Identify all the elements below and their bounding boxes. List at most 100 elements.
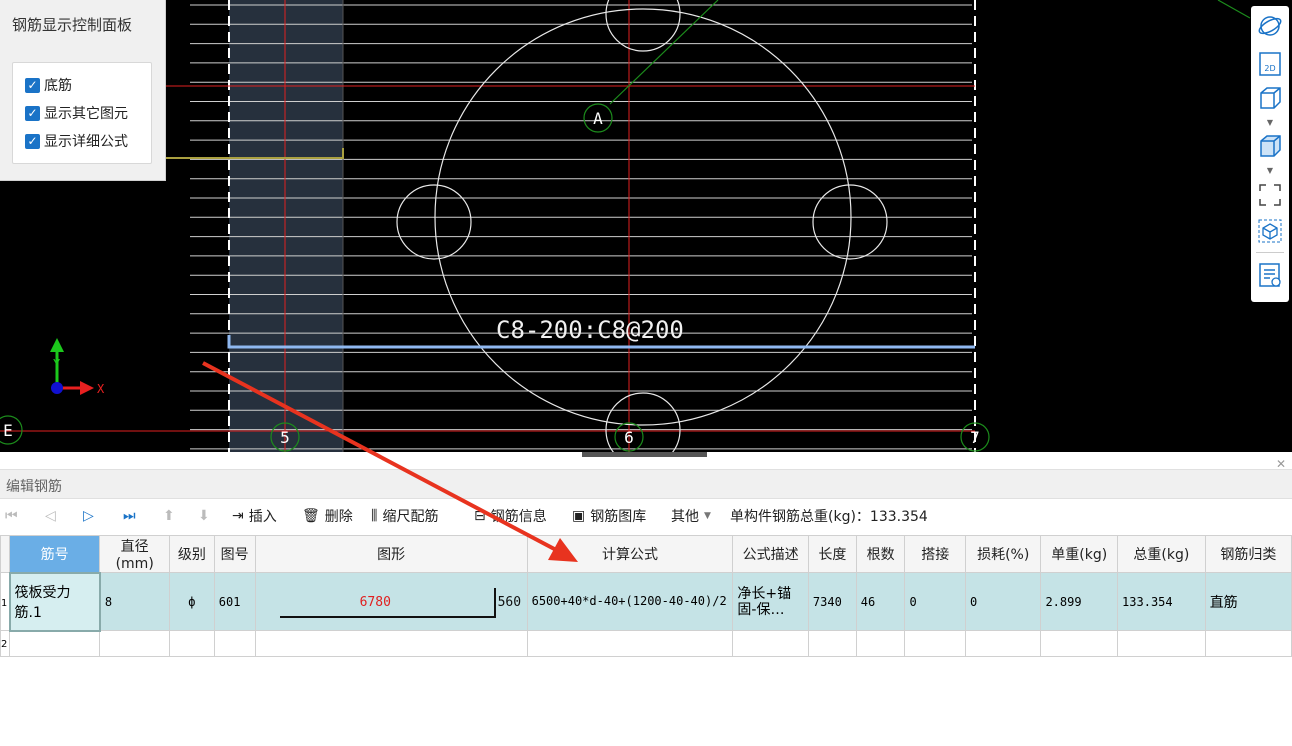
3d-view-button[interactable]: [1257, 85, 1283, 111]
check-icon[interactable]: ✓: [25, 77, 40, 93]
cell-shape[interactable]: 6780 560: [254, 572, 528, 631]
table-row[interactable]: 1 筏板受力筋.1 8 ф 601 6780 560 6500+40*d-40+…: [0, 571, 1292, 632]
checkbox-show-other-elements[interactable]: ✓ 显示其它图元: [25, 103, 128, 123]
2d-view-button[interactable]: 2D: [1257, 51, 1283, 77]
column-header[interactable]: 钢筋归类: [1204, 535, 1292, 573]
move-down-button[interactable]: ⬇: [198, 505, 210, 527]
cell-formula-desc[interactable]: 净长+锚固-保…: [732, 572, 809, 631]
empty-cell[interactable]: [99, 630, 171, 657]
column-header[interactable]: 总重(kg): [1117, 535, 1206, 573]
empty-cell[interactable]: [855, 630, 906, 657]
column-header[interactable]: 图号: [213, 535, 256, 573]
empty-cell[interactable]: [8, 630, 101, 657]
column-header[interactable]: 筋号: [8, 535, 101, 573]
empty-cell[interactable]: [1117, 630, 1206, 657]
check-icon[interactable]: ✓: [25, 105, 40, 121]
axis-marker-6: 6: [614, 422, 644, 452]
scale-config-label: 缩尺配筋: [382, 509, 439, 525]
fullscreen-button[interactable]: [1257, 182, 1283, 208]
cell-category[interactable]: 直筋: [1204, 572, 1292, 631]
other-label: 其他: [671, 509, 699, 525]
last-record-button[interactable]: ⏭: [123, 505, 136, 527]
column-header[interactable]: 根数: [855, 535, 906, 573]
insert-button[interactable]: ⇥ 插入: [232, 505, 277, 527]
coord-y-label: Y: [53, 357, 61, 371]
library-icon: ▣: [572, 508, 586, 524]
editor-toolbar: ⏮ ◁ ▷ ⏭ ⬆ ⬇ ⇥ 插入 🗑 删除 ⫼ 缩尺配筋 ⊟ 钢筋信息 ▣ 钢筋图库 其他…: [0, 499, 1292, 533]
chevron-down-icon[interactable]: ▼: [1265, 167, 1275, 175]
column-header[interactable]: 长度: [807, 535, 857, 573]
delete-label: 删除: [324, 509, 353, 525]
empty-cell[interactable]: [526, 630, 734, 657]
trash-icon: 🗑: [302, 508, 320, 524]
cell-unit-weight[interactable]: 2.899: [1040, 572, 1119, 631]
view-cube-button[interactable]: [1257, 218, 1283, 244]
previous-record-button[interactable]: ◁: [45, 505, 56, 527]
rebar-info-button[interactable]: ⊟ 钢筋信息: [474, 505, 547, 527]
row-header-corner: [0, 535, 10, 573]
table-row[interactable]: 2: [0, 630, 1292, 657]
small-circle-bottom: [605, 392, 681, 452]
column-header[interactable]: 公式描述: [732, 535, 809, 573]
column-header[interactable]: 单重(kg): [1040, 535, 1119, 573]
coordinate-indicator: Y X: [50, 338, 105, 396]
checkbox-show-detailed-formula[interactable]: ✓ 显示详细公式: [25, 131, 128, 151]
axis-label-a: A: [593, 109, 603, 128]
cell-grade[interactable]: ф: [169, 572, 215, 631]
cell-total-weight[interactable]: 133.354: [1117, 572, 1206, 631]
cell-count[interactable]: 46: [855, 572, 906, 631]
cell-diameter[interactable]: 8: [99, 572, 171, 631]
cell-formula[interactable]: 6500+40*d-40+(1200-40-40)/2: [526, 572, 734, 631]
fullscreen-icon: [1259, 184, 1281, 206]
empty-cell[interactable]: [732, 630, 809, 657]
chevron-down-icon[interactable]: ▼: [1265, 119, 1275, 127]
view-toolbar: 2D ▼ ▼: [1251, 6, 1289, 302]
checkbox-label: 底筋: [44, 78, 72, 94]
axis-marker-a: A: [583, 103, 613, 133]
axis-label-6: 6: [624, 428, 634, 447]
3d-box-filled-icon: [1260, 135, 1281, 157]
display-settings-button[interactable]: [1257, 262, 1283, 288]
row-number: 2: [0, 630, 10, 657]
cad-viewport[interactable]: A E 5 6 7 C8-200:C8@200 Y X 钢筋显示控制面板 ✓ 底…: [0, 0, 1292, 452]
axis-label-7: 7: [970, 428, 980, 447]
triangle-left-icon: ◁: [45, 508, 56, 524]
empty-cell[interactable]: [169, 630, 215, 657]
skip-first-icon: ⏮: [5, 508, 18, 524]
rebar-library-button[interactable]: ▣ 钢筋图库: [572, 505, 646, 527]
check-icon[interactable]: ✓: [25, 133, 40, 149]
column-header[interactable]: 直径(mm): [99, 535, 171, 573]
empty-cell[interactable]: [1040, 630, 1119, 657]
cell-loss[interactable]: 0: [964, 572, 1042, 631]
edit-rebar-panel: ✕ 编辑钢筋 ⏮ ◁ ▷ ⏭ ⬆ ⬇ ⇥ 插入 🗑 删除 ⫼ 缩尺配筋 ⊟ 钢筋信息 ▣…: [0, 457, 1292, 746]
next-record-button[interactable]: ▷: [83, 505, 94, 527]
cell-figure-no[interactable]: 601: [213, 572, 256, 631]
empty-cell[interactable]: [964, 630, 1042, 657]
empty-cell[interactable]: [254, 630, 528, 657]
column-header[interactable]: 搭接: [904, 535, 966, 573]
other-dropdown[interactable]: 其他 ▼: [671, 505, 711, 527]
rebar-shape: 6780 560: [256, 574, 526, 630]
empty-cell[interactable]: [1204, 630, 1292, 657]
orbit-button[interactable]: [1257, 13, 1283, 39]
leader-line: [609, 0, 719, 105]
first-record-button[interactable]: ⏮: [5, 505, 18, 527]
3d-solid-view-button[interactable]: [1257, 133, 1283, 159]
empty-cell[interactable]: [213, 630, 256, 657]
move-up-button[interactable]: ⬆: [163, 505, 175, 527]
column-header[interactable]: 损耗(%): [964, 535, 1042, 573]
cell-rebar-number[interactable]: 筏板受力筋.1: [8, 571, 101, 632]
column-header[interactable]: 级别: [169, 535, 215, 573]
empty-cell[interactable]: [807, 630, 857, 657]
scale-config-button[interactable]: ⫼ 缩尺配筋: [371, 505, 438, 527]
column-header[interactable]: 图形: [254, 535, 528, 573]
cell-lap[interactable]: 0: [904, 572, 966, 631]
delete-button[interactable]: 🗑 删除: [302, 505, 353, 527]
cad-drawing[interactable]: A E 5 6 7 C8-200:C8@200 Y X: [0, 0, 1292, 452]
empty-cell[interactable]: [904, 630, 966, 657]
cell-length[interactable]: 7340: [807, 572, 857, 631]
checkbox-bottom-rebar[interactable]: ✓ 底筋: [25, 75, 72, 95]
rebar-label: C8-200:C8@200: [496, 316, 684, 344]
chevron-down-icon: ▼: [704, 511, 711, 521]
column-header[interactable]: 计算公式: [526, 535, 734, 573]
